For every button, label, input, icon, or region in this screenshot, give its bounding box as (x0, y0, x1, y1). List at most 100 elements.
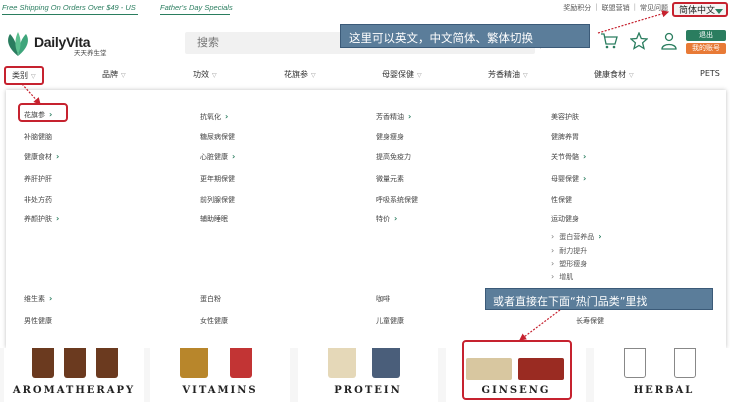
highlight-box (462, 340, 572, 400)
top-link-faq[interactable]: 常见问题 (640, 3, 668, 13)
menu-item[interactable]: 前列腺保健 (200, 195, 235, 205)
menu-item[interactable]: 提高免疫力 (376, 152, 411, 162)
chevron-right-icon: › (408, 112, 412, 121)
menu-item[interactable]: 儿童健康 (376, 316, 404, 326)
product-image (230, 348, 252, 378)
nav-item-brands[interactable]: 品牌 ▽ (102, 69, 126, 80)
menu-item[interactable]: 糖尿病保健 (200, 132, 235, 142)
nav-item-maternal[interactable]: 母婴保健 ▽ (382, 69, 422, 80)
menu-item[interactable]: 更年期保健 (200, 174, 235, 184)
category-card-aromatherapy[interactable]: AROMATHERAPY (4, 348, 144, 402)
chevron-right-icon: › (598, 232, 602, 241)
my-account-button[interactable]: 我的账号 (686, 43, 726, 54)
annotation-hot-categories-note: 或者直接在下面“热门品类”里找 (485, 288, 713, 310)
category-card-herbal[interactable]: HERBAL (594, 348, 730, 402)
menu-item[interactable]: 健康食材 › (24, 152, 59, 162)
promo-underline (160, 14, 230, 15)
menu-item[interactable]: 养肝护肝 (24, 174, 52, 184)
menu-item[interactable]: 特价 › (376, 214, 397, 224)
category-card-vitamins[interactable]: VITAMINS (150, 348, 290, 402)
submenu-item[interactable]: 塑形瘦身 (551, 259, 587, 269)
cart-icon[interactable] (600, 32, 618, 50)
menu-label: 蛋白营养品 (559, 233, 595, 241)
menu-item[interactable]: 呼吸系统保健 (376, 195, 418, 205)
top-link-affiliate[interactable]: 联盟营销 (602, 3, 630, 13)
menu-item[interactable]: 女性健康 (200, 316, 228, 326)
top-link-rewards[interactable]: 奖励积分 (563, 3, 591, 13)
category-label: VITAMINS (182, 385, 258, 396)
menu-item[interactable]: 咖啡 (376, 294, 390, 304)
nav-label: 类别 (12, 71, 28, 80)
product-image (180, 348, 208, 378)
nav-item-essential-oils[interactable]: 芳香精油 ▽ (488, 69, 528, 80)
menu-item[interactable]: 补脑健脑 (24, 132, 52, 142)
submenu-item[interactable]: 增肌 (551, 272, 573, 282)
menu-item[interactable]: 抗氧化 › (200, 112, 228, 122)
menu-item[interactable]: 心脏健康 › (200, 152, 235, 162)
star-icon[interactable] (630, 32, 648, 50)
nav-item-categories[interactable]: 类别 ▽ (4, 66, 44, 85)
nav-item-effects[interactable]: 功效 ▽ (193, 69, 217, 80)
chevron-down-icon: ▽ (212, 72, 217, 79)
menu-label: 维生素 (24, 295, 45, 303)
product-image (96, 348, 118, 378)
nav-item-ginseng[interactable]: 花旗参 ▽ (284, 69, 316, 80)
submenu-item[interactable]: 耐力提升 (551, 246, 587, 256)
menu-item[interactable]: 健脾养胃 (551, 132, 579, 142)
top-bar: Free Shipping On Orders Over $49 - US Fa… (0, 0, 730, 17)
menu-item[interactable]: 性保健 (551, 195, 572, 205)
leaf-logo-icon (8, 32, 28, 56)
chevron-right-icon: › (583, 152, 587, 161)
promo-fathers-day[interactable]: Father's Day Specials (160, 3, 233, 12)
nav-label: 品牌 (102, 70, 118, 79)
menu-item[interactable]: 健身瘦身 (376, 132, 404, 142)
nav-item-pets[interactable]: PETS (700, 69, 720, 78)
language-selector[interactable]: 简体中文 (672, 2, 728, 17)
menu-label: 心脏健康 (200, 153, 228, 161)
separator: | (633, 3, 636, 11)
main-nav: 类别 ▽ 品牌 ▽ 功效 ▽ 花旗参 ▽ 母婴保健 ▽ 芳香精油 ▽ 健康食材 ▽ PETS (0, 64, 730, 85)
chevron-down-icon: ▽ (417, 72, 422, 79)
chevron-down-icon: ▽ (311, 72, 316, 79)
product-image (624, 348, 646, 378)
menu-label: 花旗参 (24, 111, 45, 119)
chevron-right-icon: › (583, 174, 587, 183)
category-label: PROTEIN (334, 385, 402, 396)
menu-item[interactable]: 芳香精油 › (376, 112, 411, 122)
menu-label: 健康食材 (24, 153, 52, 161)
menu-item[interactable]: 美容护肤 (551, 112, 579, 122)
menu-item[interactable]: 男性健康 (24, 316, 52, 326)
user-icon[interactable] (660, 32, 678, 50)
menu-item-ginseng[interactable]: 花旗参 › (24, 110, 52, 120)
caret-down-icon (715, 9, 723, 14)
category-card-protein[interactable]: PROTEIN (298, 348, 438, 402)
nav-label: 芳香精油 (488, 70, 520, 79)
menu-item[interactable]: 非处方药 (24, 195, 52, 205)
nav-label: 功效 (193, 70, 209, 79)
chevron-right-icon: › (49, 294, 53, 303)
menu-item[interactable]: 运动健身 (551, 214, 579, 224)
annotation-language-note: 这里可以英文，中文简体、繁体切换 (340, 24, 590, 48)
menu-item[interactable]: 维生素 › (24, 294, 52, 304)
menu-item[interactable]: 微量元素 (376, 174, 404, 184)
menu-label: 母婴保健 (551, 175, 579, 183)
promo-shipping[interactable]: Free Shipping On Orders Over $49 - US (2, 3, 136, 12)
language-label: 简体中文 (679, 6, 716, 16)
submenu-item[interactable]: 蛋白营养品› (551, 232, 602, 242)
menu-item[interactable]: 母婴保健 › (551, 174, 586, 184)
menu-item[interactable]: 关节骨骼 › (551, 152, 586, 162)
menu-label: 关节骨骼 (551, 153, 579, 161)
menu-item[interactable]: 辅助睡眠 (200, 214, 228, 224)
logo[interactable]: DailyVita 天天养生堂 (4, 30, 124, 60)
nav-item-healthy-food[interactable]: 健康食材 ▽ (594, 69, 634, 80)
chevron-down-icon: ▽ (629, 72, 634, 79)
separator: | (595, 3, 598, 11)
chevron-right-icon: › (56, 214, 60, 223)
logout-button[interactable]: 退出 (686, 30, 726, 41)
menu-item[interactable]: 养颜护肤 › (24, 214, 59, 224)
nav-label: 母婴保健 (382, 70, 414, 79)
chevron-right-icon: › (225, 112, 229, 121)
menu-item[interactable]: 长寿保健 (576, 316, 604, 326)
chevron-down-icon: ▽ (523, 72, 528, 79)
menu-item[interactable]: 蛋白粉 (200, 294, 221, 304)
